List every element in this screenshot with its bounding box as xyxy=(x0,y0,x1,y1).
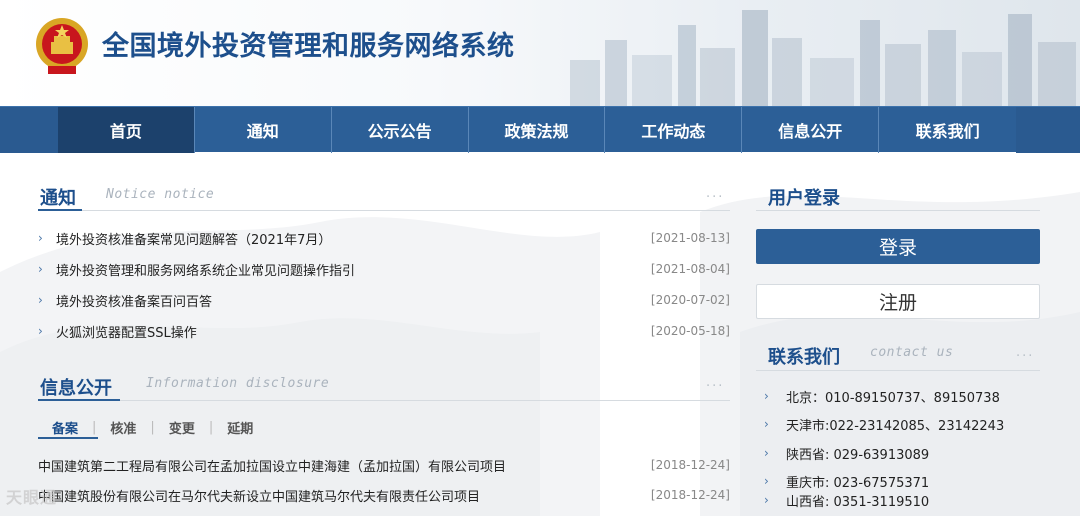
disclosure-section-title: 信息公开 xyxy=(40,378,112,399)
chevron-right-icon: › xyxy=(764,493,769,507)
chevron-right-icon: › xyxy=(764,417,769,431)
contact-item: › 重庆市: 023-67575371 xyxy=(764,471,1044,491)
nav-item-disclosure[interactable]: 信息公开 xyxy=(742,107,880,153)
active-tab-underline xyxy=(38,437,98,439)
notice-list-item: › 火狐浏览器配置SSL操作 [2020-05-18] xyxy=(38,319,730,343)
contact-item: › 陕西省: 029-63913089 xyxy=(764,443,1044,463)
notice-date: [2020-05-18] xyxy=(650,324,730,338)
notice-link[interactable]: 境外投资核准备案百问百答 xyxy=(56,291,651,310)
chevron-right-icon: › xyxy=(38,324,43,338)
disclosure-tabs: 备案 | 核准 | 变更 | 延期 xyxy=(38,416,267,438)
disclosure-title-accent xyxy=(38,399,120,401)
notice-date: [2020-07-02] xyxy=(650,293,730,307)
notice-list-item: › 境外投资核准备案常见问题解答（2021年7月） [2021-08-13] xyxy=(38,226,730,250)
login-section-title: 用户登录 xyxy=(768,188,840,209)
disclosure-divider xyxy=(38,400,730,401)
notice-divider xyxy=(38,210,730,211)
city-skyline-image xyxy=(570,10,1076,106)
notice-title-accent xyxy=(38,209,82,211)
contact-text: 重庆市: 023-67575371 xyxy=(786,475,930,491)
watermark-text: 天眼通 xyxy=(6,488,58,507)
tab-approval[interactable]: 核准 xyxy=(96,418,150,437)
contact-item: › 山西省: 0351-3119510 xyxy=(764,490,1044,510)
contact-section-subtitle: contact us xyxy=(870,345,954,360)
chevron-right-icon: › xyxy=(764,446,769,460)
notice-date: [2021-08-04] xyxy=(650,262,730,276)
notice-link[interactable]: 境外投资核准备案常见问题解答（2021年7月） xyxy=(56,229,651,248)
chevron-right-icon: › xyxy=(764,474,769,488)
tab-change[interactable]: 变更 xyxy=(155,418,209,437)
disclosure-list-item: 中国建筑股份有限公司在马尔代夫新设立中国建筑马尔代夫有限责任公司项目 [2018… xyxy=(38,484,730,506)
nav-edge-left xyxy=(0,107,58,153)
main-navigation: 首页 通知 公示公告 政策法规 工作动态 信息公开 联系我们 xyxy=(0,106,1080,153)
disclosure-date: [2018-12-24] xyxy=(650,488,730,502)
notice-list-item: › 境外投资管理和服务网络系统企业常见问题操作指引 [2021-08-04] xyxy=(38,257,730,281)
nav-items: 首页 通知 公示公告 政策法规 工作动态 信息公开 联系我们 xyxy=(58,107,1016,153)
contact-text: 陕西省: 029-63913089 xyxy=(786,447,930,463)
site-title: 全国境外投资管理和服务网络系统 xyxy=(102,31,515,62)
nav-item-home[interactable]: 首页 xyxy=(58,107,195,153)
contact-section-title: 联系我们 xyxy=(768,347,840,368)
national-emblem-icon xyxy=(36,18,88,74)
nav-edge-right xyxy=(1016,107,1080,153)
disclosure-link[interactable]: 中国建筑第二工程局有限公司在孟加拉国设立中建海建（孟加拉国）有限公司项目 xyxy=(38,456,651,475)
contact-divider xyxy=(756,370,1040,371)
contact-item: › 北京：010-89150737、89150738 xyxy=(764,386,1044,406)
tab-filing[interactable]: 备案 xyxy=(38,418,92,437)
register-button[interactable]: 注册 xyxy=(756,284,1040,319)
nav-item-announcements[interactable]: 公示公告 xyxy=(332,107,469,153)
notice-more-link[interactable]: ... xyxy=(706,186,724,201)
nav-item-policies[interactable]: 政策法规 xyxy=(469,107,606,153)
nav-item-notice[interactable]: 通知 xyxy=(195,107,332,153)
notice-link[interactable]: 火狐浏览器配置SSL操作 xyxy=(56,322,651,341)
disclosure-more-link[interactable]: ... xyxy=(706,375,724,390)
contact-text: 北京：010-89150737、89150738 xyxy=(786,390,1000,406)
login-button[interactable]: 登录 xyxy=(756,229,1040,264)
notice-link[interactable]: 境外投资管理和服务网络系统企业常见问题操作指引 xyxy=(56,260,651,279)
notice-section-title: 通知 xyxy=(40,188,76,209)
disclosure-link[interactable]: 中国建筑股份有限公司在马尔代夫新设立中国建筑马尔代夫有限责任公司项目 xyxy=(38,486,651,505)
chevron-right-icon: › xyxy=(38,231,43,245)
disclosure-list-item: 中国建筑第二工程局有限公司在孟加拉国设立中建海建（孟加拉国）有限公司项目 [20… xyxy=(38,454,730,476)
notice-date: [2021-08-13] xyxy=(650,231,730,245)
notice-section-subtitle: Notice notice xyxy=(106,187,215,202)
contact-text: 山西省: 0351-3119510 xyxy=(786,494,930,510)
nav-item-contact[interactable]: 联系我们 xyxy=(879,107,1016,153)
chevron-right-icon: › xyxy=(38,262,43,276)
contact-text: 天津市:022-23142085、23142243 xyxy=(786,418,1005,434)
contact-item: › 天津市:022-23142085、23142243 xyxy=(764,414,1044,434)
disclosure-date: [2018-12-24] xyxy=(650,458,730,472)
chevron-right-icon: › xyxy=(764,389,769,403)
tab-extension[interactable]: 延期 xyxy=(213,418,267,437)
nav-item-work-news[interactable]: 工作动态 xyxy=(605,107,743,153)
chevron-right-icon: › xyxy=(38,293,43,307)
notice-list-item: › 境外投资核准备案百问百答 [2020-07-02] xyxy=(38,288,730,312)
contact-more-link[interactable]: ... xyxy=(1016,345,1034,360)
disclosure-section-subtitle: Information disclosure xyxy=(146,376,330,391)
login-divider xyxy=(756,210,1040,211)
site-header: 全国境外投资管理和服务网络系统 xyxy=(0,0,1080,106)
